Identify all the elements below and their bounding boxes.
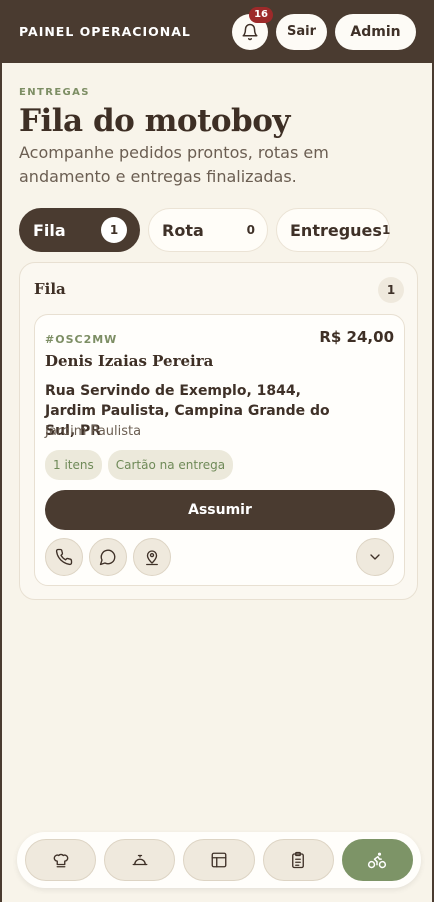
payment-chip: Cartão na entrega [107, 450, 234, 480]
call-button[interactable] [45, 538, 83, 576]
tab-fila[interactable]: Fila 1 [19, 208, 140, 252]
tab-label: Rota [162, 220, 204, 240]
clipboard-icon [292, 851, 305, 869]
tab-count: 1 [101, 217, 127, 243]
tab-entregues[interactable]: Entregues 1 [276, 208, 390, 252]
tab-label: Fila [33, 220, 66, 240]
tab-label: Entregues [290, 220, 382, 240]
panel-title: Fila [34, 280, 66, 298]
chevron-down-icon [370, 554, 380, 560]
top-actions: 16 Sair Admin [232, 6, 416, 50]
bottom-nav [17, 832, 421, 888]
bike-icon [368, 852, 387, 869]
nav-orders[interactable] [262, 839, 334, 881]
items-chip: 1 itens [45, 450, 102, 480]
status-tabs: Fila 1 Rota 0 Entregues 1 [19, 208, 390, 252]
cloche-icon [132, 854, 148, 866]
admin-button[interactable]: Admin [335, 13, 416, 50]
map-button[interactable] [133, 538, 171, 576]
logout-button[interactable]: Sair [276, 13, 327, 50]
page-subtitle: Acompanhe pedidos prontos, rotas em anda… [19, 143, 329, 186]
tab-rota[interactable]: Rota 0 [148, 208, 268, 252]
map-pin-icon [146, 550, 158, 566]
order-price: R$ 24,00 [319, 328, 394, 346]
brand-title: PAINEL OPERACIONAL [19, 23, 191, 39]
page-title: Fila do motoboy [19, 103, 290, 139]
top-bar: PAINEL OPERACIONAL 16 Sair Admin [2, 0, 432, 63]
district: Jardim Paulista [45, 424, 142, 439]
notifications-button[interactable]: 16 [232, 6, 273, 50]
order-chips: 1 itens Cartão na entrega [45, 450, 234, 480]
bell-icon [242, 23, 258, 40]
nav-delivery[interactable] [341, 839, 414, 881]
notification-badge: 16 [249, 6, 273, 23]
order-card: #OSC2MW R$ 24,00 Denis Izaias Pereira Ru… [34, 314, 405, 586]
queue-panel: Fila 1 #OSC2MW R$ 24,00 Denis Izaias Per… [19, 262, 418, 600]
phone-icon [55, 548, 73, 566]
nav-service[interactable] [104, 839, 176, 881]
message-button[interactable] [89, 538, 127, 576]
order-code: #OSC2MW [45, 333, 118, 346]
tab-count: 1 [381, 223, 391, 237]
table-icon [211, 852, 227, 868]
customer-name: Denis Izaias Pereira [45, 352, 214, 370]
contact-actions [45, 538, 171, 576]
chat-icon [99, 549, 116, 566]
nav-kitchen[interactable] [25, 839, 97, 881]
panel-count: 1 [378, 277, 404, 303]
expand-button[interactable] [356, 538, 394, 576]
assume-button[interactable]: Assumir [45, 490, 395, 530]
nav-tables[interactable] [183, 839, 255, 881]
tab-count: 0 [246, 223, 255, 237]
section-tag: ENTREGAS [19, 87, 90, 98]
chef-hat-icon [53, 853, 68, 868]
